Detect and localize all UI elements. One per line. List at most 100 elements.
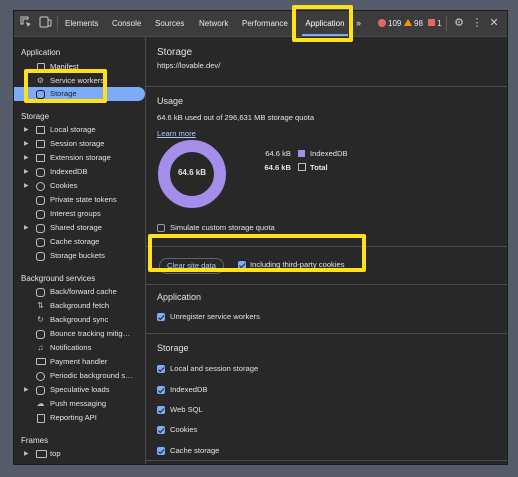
fetch-icon: ⇅ [37,301,44,310]
clock-icon [36,372,45,381]
expand-arrow-icon[interactable]: ▶ [24,137,29,151]
database-icon [36,210,45,219]
simulate-quota-checkbox[interactable] [157,224,165,232]
sidebar-item-local-storage[interactable]: ▶ Local storage [14,123,145,137]
database-icon [36,168,45,177]
database-icon [36,288,45,297]
sidebar-item-back-forward-cache[interactable]: Back/forward cache [14,285,145,299]
expand-arrow-icon[interactable]: ▶ [24,165,29,179]
error-icon [378,19,386,27]
tab-elements[interactable]: Elements [65,11,98,36]
learn-more-link[interactable]: Learn more [157,129,196,138]
sidebar-item-extension-storage[interactable]: ▶ Extension storage [14,151,145,165]
sidebar-item-frame-top[interactable]: ▶ top [14,447,145,461]
application-section-title: Application [157,292,202,302]
indexeddb-label: IndexedDB [170,385,208,394]
expand-arrow-icon[interactable]: ▶ [24,179,29,193]
web-sql-checkbox[interactable] [157,406,165,414]
sidebar-item-push-messaging[interactable]: ☁ Push messaging [14,397,145,411]
usage-text: 64.6 kB used out of 296,631 MB storage q… [157,113,315,122]
highlight-storage-item [24,69,107,103]
sidebar-item-interest-groups[interactable]: Interest groups [14,207,145,221]
sidebar-item-notifications[interactable]: ♫ Notifications [14,341,145,355]
legend-total-label: Total [310,163,328,172]
legend-total-value: 64.6 kB [264,163,291,172]
sidebar-item-indexeddb[interactable]: ▶ IndexedDB [14,165,145,179]
sidebar-item-storage-buckets[interactable]: Storage buckets [14,249,145,263]
sidebar-section-application: Application [21,48,61,57]
devtools-toolbar: Elements Console Sources Network Perform… [14,11,507,37]
expand-arrow-icon[interactable]: ▶ [24,151,29,165]
tab-performance[interactable]: Performance [242,11,288,36]
cache-storage-checkbox[interactable] [157,447,165,455]
sidebar-item-session-storage[interactable]: ▶ Session storage [14,137,145,151]
legend-indexeddb-label: IndexedDB [310,149,348,158]
card-icon [36,358,46,366]
toolbar-divider-2 [446,16,447,31]
legend-indexeddb-value: 64.6 kB [265,149,291,158]
sidebar-section-background-services: Background services [21,274,96,283]
expand-arrow-icon[interactable]: ▶ [24,123,29,137]
expand-arrow-icon[interactable]: ▶ [24,221,29,235]
file-icon [36,414,45,423]
more-tabs-button[interactable]: » [356,11,361,36]
sidebar-item-background-sync[interactable]: ↻ Background sync [14,313,145,327]
cookie-icon [36,182,45,191]
sidebar-item-bounce-tracking[interactable]: Bounce tracking mitig… [14,327,145,341]
more-menu-icon[interactable]: ⋮ [470,16,484,30]
sidebar-item-shared-storage[interactable]: ▶ Shared storage [14,221,145,235]
sidebar-item-private-state-tokens[interactable]: Private state tokens [14,193,145,207]
issue-count: 1 [437,19,442,28]
section-divider [146,284,507,285]
error-counter[interactable]: 109 [378,11,401,36]
cloud-icon: ☁ [36,399,45,408]
storage-section-title: Storage [157,343,189,353]
page-title: Storage [157,47,193,58]
sidebar-item-payment-handler[interactable]: Payment handler [14,355,145,369]
close-icon[interactable]: ✕ [487,16,501,30]
sidebar-item-cookies[interactable]: ▶ Cookies [14,179,145,193]
error-count: 109 [388,19,402,28]
highlight-clear-site-data [148,234,366,272]
warning-icon [404,19,412,26]
unregister-sw-checkbox[interactable] [157,313,165,321]
local-session-storage-label: Local and session storage [170,364,259,373]
sidebar-item-speculative-loads[interactable]: ▶ Speculative loads [14,383,145,397]
tab-console[interactable]: Console [112,11,141,36]
expand-arrow-icon[interactable]: ▶ [24,383,29,397]
web-sql-label: Web SQL [170,405,203,414]
sidebar-item-background-fetch[interactable]: ⇅ Background fetch [14,299,145,313]
expand-arrow-icon[interactable]: ▶ [24,447,29,461]
cookies-label: Cookies [170,425,198,434]
section-divider [146,460,507,461]
tab-network[interactable]: Network [199,11,228,36]
frame-icon [36,450,47,458]
warning-count: 98 [414,19,423,28]
database-icon [36,252,45,261]
device-toolbar-icon[interactable] [38,16,52,30]
sidebar-item-periodic-background-sync[interactable]: Periodic background s… [14,369,145,383]
database-icon [36,224,45,233]
simulate-quota-label: Simulate custom storage quota [170,223,275,232]
tab-sources[interactable]: Sources [155,11,184,36]
local-session-storage-checkbox[interactable] [157,365,165,373]
issues-counter[interactable]: 1 [428,11,441,36]
issue-icon [428,19,435,26]
database-icon [36,330,45,339]
indexeddb-checkbox[interactable] [157,386,165,394]
sidebar-item-reporting-api[interactable]: Reporting API [14,411,145,425]
warning-counter[interactable]: 98 [404,11,423,36]
origin-url: https://lovable.dev/ [157,61,221,70]
inspect-element-icon[interactable] [19,16,33,30]
database-icon [36,386,45,395]
toolbar-divider [57,16,58,31]
gear-icon[interactable]: ⚙ [452,16,466,30]
sidebar-item-cache-storage[interactable]: Cache storage [14,235,145,249]
grid-icon [36,126,45,134]
usage-donut-chart: 64.6 kB [157,139,227,209]
database-icon [36,196,45,205]
sync-icon: ↻ [37,315,44,324]
cache-storage-label: Cache storage [170,446,220,455]
grid-icon [36,140,45,148]
cookies-checkbox[interactable] [157,426,165,434]
